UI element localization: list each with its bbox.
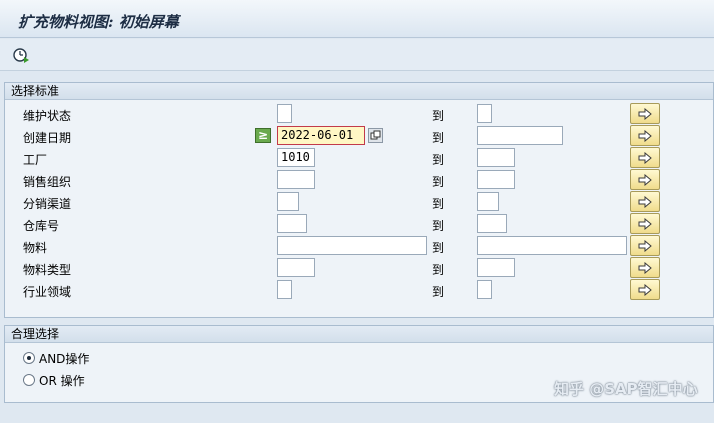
to-label: 到 [432, 197, 445, 211]
arrow-right-icon [638, 239, 652, 252]
label-plant: 工厂 [23, 153, 48, 167]
arrow-right-icon [638, 283, 652, 296]
logic-selection-title: 合理选择 [5, 326, 713, 343]
and-radio-button[interactable] [23, 352, 35, 364]
row-maintenance-status: 维护状态 到 [5, 103, 713, 125]
material-to-input[interactable] [477, 236, 627, 255]
selection-criteria-group: 选择标准 维护状态 到 创建日期 ≥ 2022-06-01 到 工厂 1010 … [4, 82, 714, 318]
to-label: 到 [432, 219, 445, 233]
plant-to-input[interactable] [477, 148, 515, 167]
material-type-to-input[interactable] [477, 258, 515, 277]
execute-button[interactable] [11, 45, 31, 65]
and-operation-label: AND操作 [39, 351, 90, 366]
label-maintenance-status: 维护状态 [23, 109, 72, 123]
row-creation-date: 创建日期 ≥ 2022-06-01 到 [5, 125, 713, 147]
label-material: 物料 [23, 241, 48, 255]
page-title: 扩充物料视图: 初始屏幕 [18, 13, 179, 31]
multiple-selection-button[interactable] [630, 169, 660, 190]
copy-icon [370, 130, 381, 140]
label-sales-org: 销售组织 [23, 175, 72, 189]
sales-org-to-input[interactable] [477, 170, 515, 189]
multiple-selection-button[interactable] [630, 147, 660, 168]
multiple-selection-button[interactable] [630, 279, 660, 300]
or-operation-option[interactable]: OR 操作 [23, 371, 85, 389]
label-warehouse-number: 仓库号 [23, 219, 60, 233]
greater-equal-operator-icon[interactable]: ≥ [255, 128, 271, 143]
label-material-type: 物料类型 [23, 263, 72, 277]
arrow-right-icon [638, 261, 652, 274]
to-label: 到 [432, 263, 445, 277]
industry-sector-to-input[interactable] [477, 280, 492, 299]
creation-date-from-input[interactable]: 2022-06-01 [277, 126, 365, 145]
clock-execute-icon [13, 48, 29, 63]
multiple-selection-button[interactable] [630, 103, 660, 124]
selection-criteria-title: 选择标准 [5, 83, 713, 100]
title-bar: 扩充物料视图: 初始屏幕 [0, 0, 714, 38]
application-toolbar [0, 39, 714, 71]
arrow-right-icon [638, 151, 652, 164]
row-material: 物料 到 [5, 235, 713, 257]
and-operation-option[interactable]: AND操作 [23, 349, 89, 367]
to-label: 到 [432, 131, 445, 145]
plant-from-input[interactable]: 1010 [277, 148, 315, 167]
warehouse-number-to-input[interactable] [477, 214, 507, 233]
or-radio-button[interactable] [23, 374, 35, 386]
watermark: 知乎 @SAP智汇中心 [554, 380, 698, 398]
to-label: 到 [432, 285, 445, 299]
warehouse-number-from-input[interactable] [277, 214, 307, 233]
label-industry-sector: 行业领域 [23, 285, 72, 299]
multiple-selection-button[interactable] [630, 213, 660, 234]
row-warehouse-number: 仓库号 到 [5, 213, 713, 235]
arrow-right-icon [638, 195, 652, 208]
to-label: 到 [432, 153, 445, 167]
to-label: 到 [432, 109, 445, 123]
multiple-selection-button[interactable] [630, 257, 660, 278]
maintenance-status-to-input[interactable] [477, 104, 492, 123]
maintenance-status-from-input[interactable] [277, 104, 292, 123]
multiple-selection-button[interactable] [630, 191, 660, 212]
row-distribution-channel: 分销渠道 到 [5, 191, 713, 213]
label-distribution-channel: 分销渠道 [23, 197, 72, 211]
arrow-right-icon [638, 129, 652, 142]
label-creation-date: 创建日期 [23, 131, 72, 145]
material-type-from-input[interactable] [277, 258, 315, 277]
row-sales-org: 销售组织 到 [5, 169, 713, 191]
distribution-channel-from-input[interactable] [277, 192, 299, 211]
row-plant: 工厂 1010 到 [5, 147, 713, 169]
main-content: 选择标准 维护状态 到 创建日期 ≥ 2022-06-01 到 工厂 1010 … [0, 72, 714, 423]
multiple-selection-button[interactable] [630, 125, 660, 146]
row-industry-sector: 行业领域 到 [5, 279, 713, 301]
arrow-right-icon [638, 107, 652, 120]
arrow-right-icon [638, 217, 652, 230]
row-material-type: 物料类型 到 [5, 257, 713, 279]
material-from-input[interactable] [277, 236, 427, 255]
to-label: 到 [432, 241, 445, 255]
or-operation-label: OR 操作 [39, 373, 85, 388]
distribution-channel-to-input[interactable] [477, 192, 499, 211]
to-label: 到 [432, 175, 445, 189]
multiple-selection-button[interactable] [630, 235, 660, 256]
value-help-button[interactable] [368, 128, 383, 143]
sales-org-from-input[interactable] [277, 170, 315, 189]
creation-date-to-input[interactable] [477, 126, 563, 145]
arrow-right-icon [638, 173, 652, 186]
industry-sector-from-input[interactable] [277, 280, 292, 299]
